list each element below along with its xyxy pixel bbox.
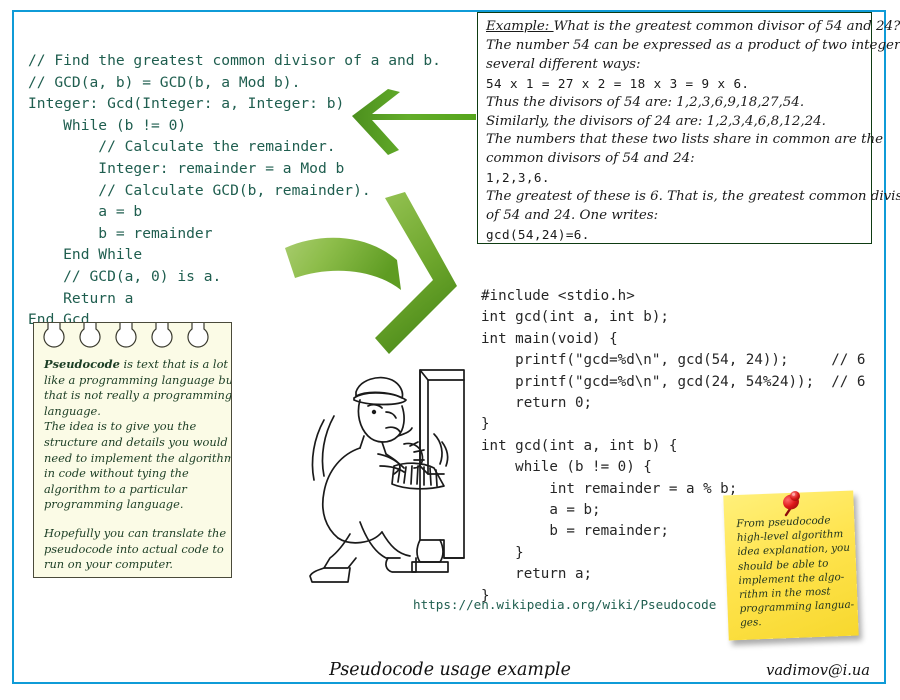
example-line: Example: What is the greatest common div…: [486, 19, 900, 34]
notepad-line: in code without tying the: [44, 466, 189, 481]
example-line: common divisors of 54 and 24:: [486, 151, 695, 167]
sticky-note-line: ges.: [739, 616, 762, 630]
notepad-line: Hopefully you can translate the: [44, 525, 227, 540]
notepad-line: language.: [44, 403, 101, 418]
notepad-line: structure and details you would: [44, 434, 228, 449]
notepad-line: need to implement the algorithm: [44, 450, 232, 465]
example-line: gcd(54,24)=6.: [486, 226, 590, 242]
curved-down-arrow-icon: [281, 182, 463, 362]
sticky-note-text: From pseudocode high-level algorithm idea …: [736, 513, 854, 631]
notepad-line: run on your computer.: [44, 557, 174, 572]
example-line: 1,2,3,6.: [486, 170, 550, 186]
example-line: The numbers that these two lists share i…: [486, 132, 884, 148]
notepad-text: Pseudocode is text that is a lot like a p…: [44, 357, 232, 573]
pianist-illustration: [294, 362, 470, 588]
notepad-line: Pseudocode is text that is a lot: [44, 357, 229, 371]
author-email: vadimov@i.ua: [766, 662, 870, 679]
notepad-line: pseudocode into actual code to: [44, 541, 224, 556]
left-arrow-icon: [348, 86, 478, 158]
pushpin-icon: [776, 489, 806, 517]
example-line: The number 54 can be expressed as a prod…: [486, 37, 900, 53]
notepad-line: programming language.: [44, 497, 184, 512]
notepad-line: The idea is to give you the: [44, 419, 197, 434]
notepad-keyword: Pseudocode: [44, 357, 120, 371]
wikipedia-url[interactable]: https://en.wikipedia.org/wiki/Pseudocode: [413, 597, 716, 612]
notepad-spiral-rings: [34, 323, 231, 353]
example-line: Similarly, the divisors of 24 are: 1,2,3…: [486, 113, 826, 129]
example-line: 54 x 1 = 27 x 2 = 18 x 3 = 9 x 6.: [486, 75, 750, 91]
page-title: Pseudocode usage example: [329, 660, 571, 680]
example-line: of 54 and 24. One writes:: [486, 208, 659, 224]
slide-canvas: // Find the greatest common divisor of a…: [0, 0, 900, 700]
notepad-line: like a programming language but: [44, 372, 232, 387]
notepad-paragraph-gap: [44, 513, 225, 526]
example-box: Example: What is the greatest common div…: [477, 12, 900, 244]
notepad-card: Pseudocode is text that is a lot like a p…: [33, 322, 232, 578]
example-line: several different ways:: [486, 56, 641, 72]
example-label: Example:: [486, 19, 554, 34]
example-line: Thus the divisors of 54 are: 1,2,3,6,9,1…: [486, 94, 805, 110]
notepad-line: that is not really a programming: [44, 388, 232, 403]
example-line: The greatest of these is 6. That is, the…: [486, 189, 900, 205]
notepad-line: algorithm to a particular: [44, 481, 187, 496]
sticky-note: From pseudocode high-level algorithm idea …: [723, 489, 864, 641]
